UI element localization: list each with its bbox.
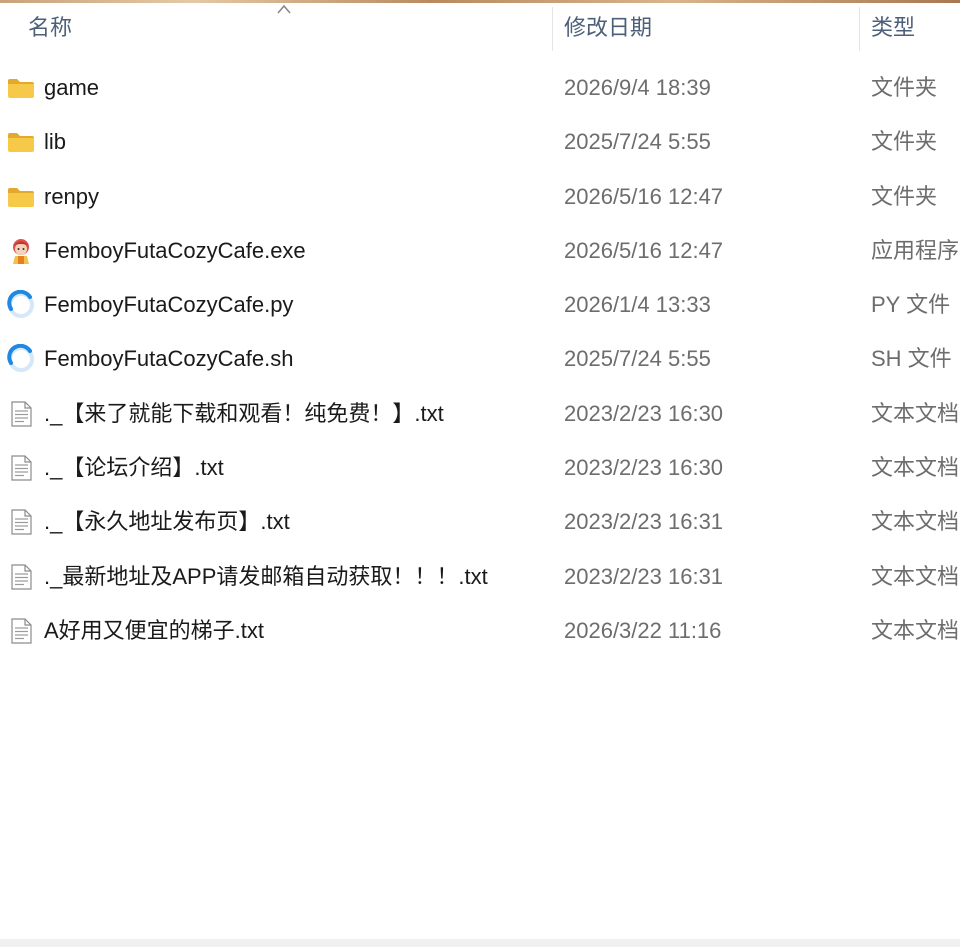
column-header-type-label: 类型 <box>871 15 916 40</box>
file-name: A好用又便宜的梯子.txt <box>44 617 265 643</box>
file-type: 文本文档 <box>871 617 960 643</box>
file-name: FemboyFutaCozyCafe.py <box>44 292 294 318</box>
script-icon <box>6 344 36 374</box>
column-header-name-label: 名称 <box>28 15 73 40</box>
file-type: 文本文档 <box>871 400 960 426</box>
file-row[interactable]: game 2026/9/4 18:39 文件夹 <box>0 61 960 115</box>
file-name: ._【论坛介绍】.txt <box>44 455 224 481</box>
file-name: ._【来了就能下载和观看！纯免费！】.txt <box>44 400 444 426</box>
file-type: 文件夹 <box>871 75 938 100</box>
app-icon <box>6 236 36 266</box>
file-name: game <box>44 75 100 100</box>
file-modified-date: 2026/5/16 12:47 <box>564 237 724 263</box>
file-name: FemboyFutaCozyCafe.sh <box>44 346 294 372</box>
column-header-date-label: 修改日期 <box>564 15 653 40</box>
text-file-icon <box>6 453 36 483</box>
file-row[interactable]: FemboyFutaCozyCafe.py 2026/1/4 13:33 PY 文件 <box>0 278 960 332</box>
file-name: ._【永久地址发布页】.txt <box>44 509 290 535</box>
file-row[interactable]: ._最新地址及APP请发邮箱自动获取！！！.txt 2023/2/23 16:31… <box>0 550 960 604</box>
text-file-icon <box>6 399 36 429</box>
folder-icon <box>6 73 36 103</box>
text-file-icon <box>6 616 36 646</box>
file-type: SH 文件 <box>871 346 952 372</box>
file-row[interactable]: A好用又便宜的梯子.txt 2026/3/22 11:16 文本文档 <box>0 604 960 658</box>
file-row[interactable]: lib 2025/7/24 5:55 文件夹 <box>0 115 960 169</box>
file-row[interactable]: FemboyFutaCozyCafe.sh 2025/7/24 5:55 SH 文件 <box>0 332 960 386</box>
file-name: renpy <box>44 183 100 209</box>
file-modified-date: 2026/5/16 12:47 <box>564 183 724 209</box>
file-type: PY 文件 <box>871 292 951 318</box>
file-type: 文本文档 <box>871 509 960 535</box>
file-row[interactable]: ._【来了就能下载和观看！纯免费！】.txt 2023/2/23 16:30 文本文… <box>0 387 960 441</box>
file-type: 文本文档 <box>871 563 960 589</box>
file-list: game 2026/9/4 18:39 文件夹 lib 2025/7/24 5:55 文件… <box>0 61 960 658</box>
column-header-bar: 名称 修改日期 类型 <box>0 3 960 53</box>
file-modified-date: 2026/9/4 18:39 <box>564 75 711 100</box>
file-modified-date: 2025/7/24 5:55 <box>564 346 711 372</box>
column-header-name[interactable]: 名称 <box>0 3 552 53</box>
file-modified-date: 2026/1/4 13:33 <box>564 292 711 318</box>
file-type: 应用程序 <box>871 237 960 263</box>
script-icon <box>6 290 36 320</box>
file-name: lib <box>44 129 67 155</box>
status-bar-edge <box>0 939 960 947</box>
file-row[interactable]: FemboyFutaCozyCafe.exe 2026/5/16 12:47 应用程… <box>0 224 960 278</box>
file-name: FemboyFutaCozyCafe.exe <box>44 237 306 263</box>
file-row[interactable]: ._【论坛介绍】.txt 2023/2/23 16:30 文本文档 <box>0 441 960 495</box>
text-file-icon <box>6 507 36 537</box>
file-type: 文件夹 <box>871 129 938 155</box>
column-header-date[interactable]: 修改日期 <box>552 3 859 53</box>
file-row[interactable]: ._【永久地址发布页】.txt 2023/2/23 16:31 文本文档 <box>0 495 960 549</box>
column-header-type[interactable]: 类型 <box>859 3 960 53</box>
folder-icon <box>6 182 36 212</box>
file-modified-date: 2023/2/23 16:30 <box>564 455 724 481</box>
file-modified-date: 2023/2/23 16:31 <box>564 563 724 589</box>
folder-icon <box>6 127 36 157</box>
file-modified-date: 2023/2/23 16:30 <box>564 400 724 426</box>
file-modified-date: 2025/7/24 5:55 <box>564 129 711 155</box>
file-modified-date: 2023/2/23 16:31 <box>564 509 724 535</box>
file-type: 文本文档 <box>871 455 960 481</box>
text-file-icon <box>6 562 36 592</box>
file-modified-date: 2026/3/22 11:16 <box>564 617 722 643</box>
file-row[interactable]: renpy 2026/5/16 12:47 文件夹 <box>0 170 960 224</box>
file-type: 文件夹 <box>871 183 938 209</box>
file-name: ._最新地址及APP请发邮箱自动获取！！！.txt <box>44 563 488 589</box>
